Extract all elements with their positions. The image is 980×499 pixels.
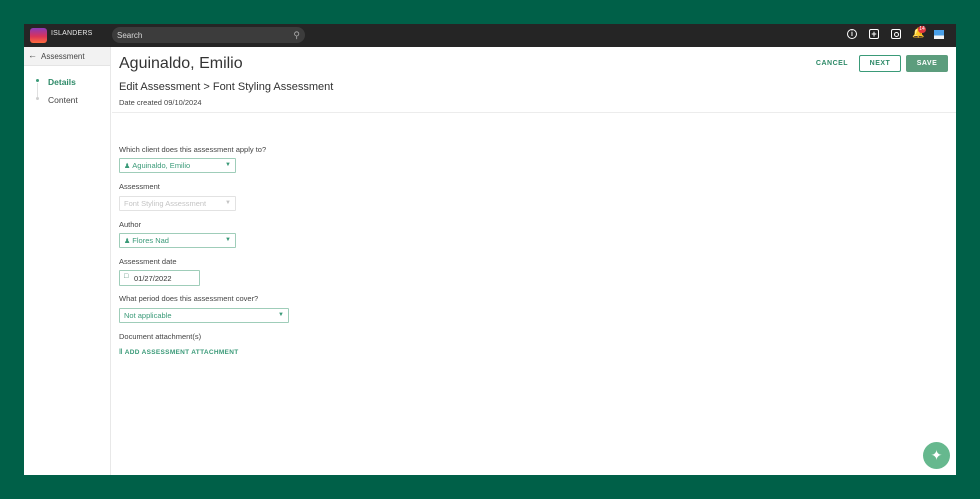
author-select-value: ♟ Flores Nad bbox=[124, 236, 169, 245]
cancel-button[interactable]: CANCEL bbox=[812, 55, 852, 72]
app-window: ISLANDERS ⚲ i + 🔔 14 ← Assessment Detail… bbox=[24, 24, 956, 475]
add-attachment-button[interactable]: ‖ ADD ASSESSMENT ATTACHMENT bbox=[119, 349, 238, 356]
date-label: Assessment date bbox=[119, 257, 177, 266]
chevron-down-icon: ▼ bbox=[225, 200, 231, 206]
page-title: Aguinaldo, Emilio bbox=[119, 55, 243, 72]
info-icon[interactable]: i bbox=[847, 29, 857, 39]
attachments-label: Document attachment(s) bbox=[119, 332, 202, 341]
date-value-text: 01/27/2022 bbox=[134, 274, 172, 283]
client-select[interactable]: ♟ Aguinaldo, Emilio ▼ bbox=[119, 158, 236, 173]
person-icon: ♟ bbox=[124, 238, 131, 245]
search-icon[interactable]: ⚲ bbox=[293, 30, 300, 40]
step-active-dot bbox=[36, 79, 39, 82]
search-input[interactable] bbox=[117, 29, 277, 41]
step-label: Content bbox=[48, 95, 78, 105]
client-label: Which client does this assessment apply … bbox=[119, 145, 267, 154]
assessment-label: Assessment bbox=[119, 182, 160, 191]
search-box[interactable]: ⚲ bbox=[112, 27, 305, 43]
top-bar: ISLANDERS ⚲ i + 🔔 14 bbox=[24, 24, 956, 47]
paperclip-icon: ‖ bbox=[119, 349, 123, 356]
date-created: Date created 09/10/2024 bbox=[119, 98, 202, 107]
person-icon: ♟ bbox=[124, 163, 131, 170]
main-panel: Aguinaldo, Emilio Edit Assessment > Font… bbox=[112, 47, 956, 475]
sidebar: ← Assessment Details Content bbox=[24, 47, 111, 475]
period-value-text: Not applicable bbox=[124, 311, 172, 320]
calendar-icon: □ bbox=[124, 273, 129, 280]
chevron-down-icon: ▼ bbox=[225, 237, 231, 243]
step-connector bbox=[37, 83, 38, 97]
islanders-logo[interactable] bbox=[30, 28, 47, 43]
period-select[interactable]: Not applicable ▼ bbox=[119, 308, 289, 323]
flag-icon[interactable] bbox=[934, 30, 944, 39]
assessment-date-input[interactable]: □ 01/27/2022 bbox=[119, 270, 200, 286]
chevron-down-icon: ▼ bbox=[225, 162, 231, 168]
assessment-select: Font Styling Assessment ▼ bbox=[119, 196, 236, 211]
author-select[interactable]: ♟ Flores Nad ▼ bbox=[119, 233, 236, 248]
assessment-value-text: Font Styling Assessment bbox=[124, 199, 207, 208]
author-value-text: Flores Nad bbox=[132, 236, 169, 245]
step-label: Details bbox=[48, 77, 76, 87]
back-arrow-icon: ← bbox=[28, 50, 37, 60]
period-label: What period does this assessment cover? bbox=[119, 294, 259, 303]
next-button[interactable]: NEXT bbox=[859, 55, 901, 72]
notification-badge: 14 bbox=[918, 26, 926, 33]
back-label: Assessment bbox=[41, 52, 85, 61]
save-button[interactable]: SAVE bbox=[906, 55, 948, 72]
step-dot bbox=[36, 97, 39, 100]
header-divider bbox=[112, 112, 956, 113]
author-label: Author bbox=[119, 220, 142, 229]
client-value-text: Aguinaldo, Emilio bbox=[132, 161, 191, 170]
settings-icon[interactable] bbox=[891, 29, 901, 39]
breadcrumb: Edit Assessment > Font Styling Assessmen… bbox=[119, 81, 334, 93]
help-bird-icon[interactable]: ✦ bbox=[923, 442, 950, 469]
back-to-assessment[interactable]: ← Assessment bbox=[24, 47, 110, 66]
add-attachment-label: ADD ASSESSMENT ATTACHMENT bbox=[124, 349, 239, 356]
client-select-value: ♟ Aguinaldo, Emilio bbox=[124, 161, 190, 170]
add-icon[interactable]: + bbox=[869, 29, 879, 39]
brand-name: ISLANDERS bbox=[51, 30, 93, 37]
chevron-down-icon: ▼ bbox=[278, 312, 284, 318]
